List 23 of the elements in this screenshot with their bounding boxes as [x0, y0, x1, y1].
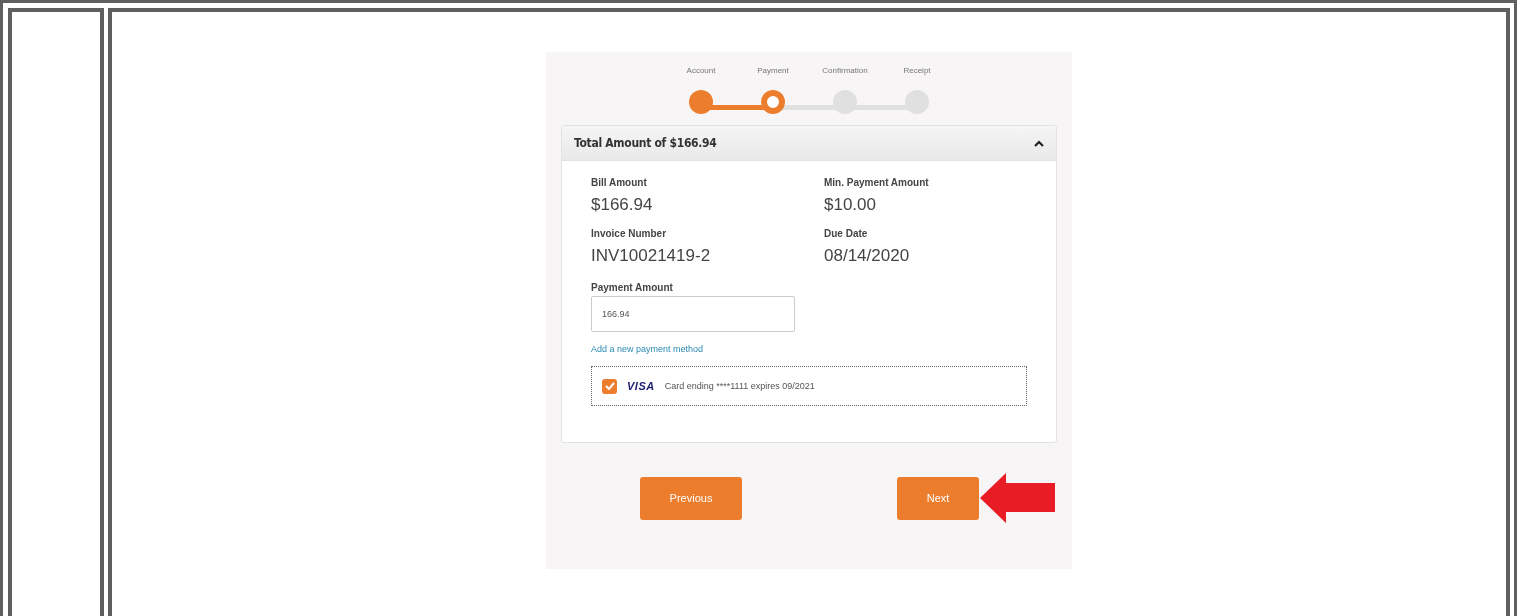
field-value: $10.00: [824, 195, 877, 215]
step-label: Confirmation: [822, 66, 868, 75]
field-label: Invoice Number: [591, 228, 668, 239]
collapse-chevron-icon[interactable]: [1034, 139, 1044, 147]
card-description: Card ending ****1111 expires 09/2021: [664, 381, 815, 391]
step-label: Account: [686, 66, 716, 75]
field-label: Min. Payment Amount: [824, 177, 930, 188]
previous-button[interactable]: Previous: [640, 476, 742, 520]
next-button[interactable]: Next: [897, 476, 979, 520]
add-payment-method-link[interactable]: Add a new payment method: [591, 344, 704, 354]
summary-title: Total Amount of $166.94: [574, 136, 717, 150]
checkbox[interactable]: [602, 378, 617, 394]
field-value: INV10021419-2: [591, 246, 712, 266]
field-value: 08/14/2020: [824, 246, 911, 266]
card-brand: VISA: [627, 380, 655, 392]
step-label: Payment: [757, 66, 789, 75]
saved-card-option[interactable]: VISA Card ending ****1111 expires 09/2021: [591, 366, 1027, 406]
field-value: $166.94: [591, 195, 654, 215]
field-label: Due Date: [824, 228, 869, 239]
field-label: Bill Amount: [591, 177, 648, 188]
step-label: Receipt: [903, 66, 931, 75]
payment-amount-field[interactable]: 166.94: [591, 296, 795, 332]
field-label: Payment Amount: [591, 282, 674, 293]
